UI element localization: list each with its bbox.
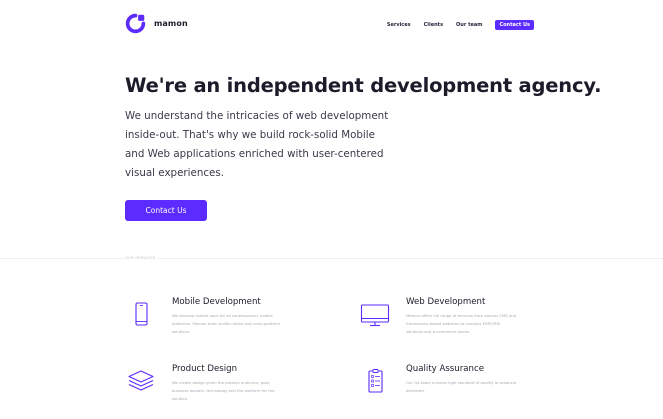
service-title: Mobile Development xyxy=(172,297,261,307)
service-description: Mamon offers full range of services from… xyxy=(406,313,517,334)
hero-contact-button[interactable]: Contact Us xyxy=(125,200,207,221)
nav-item-clients[interactable]: Clients xyxy=(424,22,443,28)
services-section-label: OUR SERVICES xyxy=(125,255,159,260)
nav-item-our-team[interactable]: Our team xyxy=(456,22,482,28)
mobile-phone-icon xyxy=(135,302,148,326)
page: mamon Services Clients Our team Contact … xyxy=(0,0,663,419)
nav-item-services[interactable]: Services xyxy=(387,22,411,28)
brand-logo[interactable]: mamon xyxy=(125,13,188,34)
service-title: Product Design xyxy=(172,364,238,374)
monitor-icon xyxy=(360,304,390,327)
service-description: We create design given the product audie… xyxy=(172,380,275,401)
service-title: Quality Assurance xyxy=(406,364,484,374)
service-description: We develop mobile apps for all contempor… xyxy=(172,313,281,334)
layers-icon xyxy=(128,370,154,391)
hero-title: We're an independent development agency. xyxy=(125,74,602,97)
service-description: Our QA team ensures high standard of qua… xyxy=(406,380,517,393)
brand-name: mamon xyxy=(154,19,188,28)
main-nav: Services Clients Our team Contact Us xyxy=(387,20,534,30)
nav-contact-button[interactable]: Contact Us xyxy=(495,20,534,30)
checklist-icon xyxy=(368,369,383,393)
section-divider xyxy=(0,258,663,259)
hero-description: We understand the intricacies of web dev… xyxy=(125,110,389,179)
service-title: Web Development xyxy=(406,297,486,307)
logo-mark-icon xyxy=(125,13,146,34)
